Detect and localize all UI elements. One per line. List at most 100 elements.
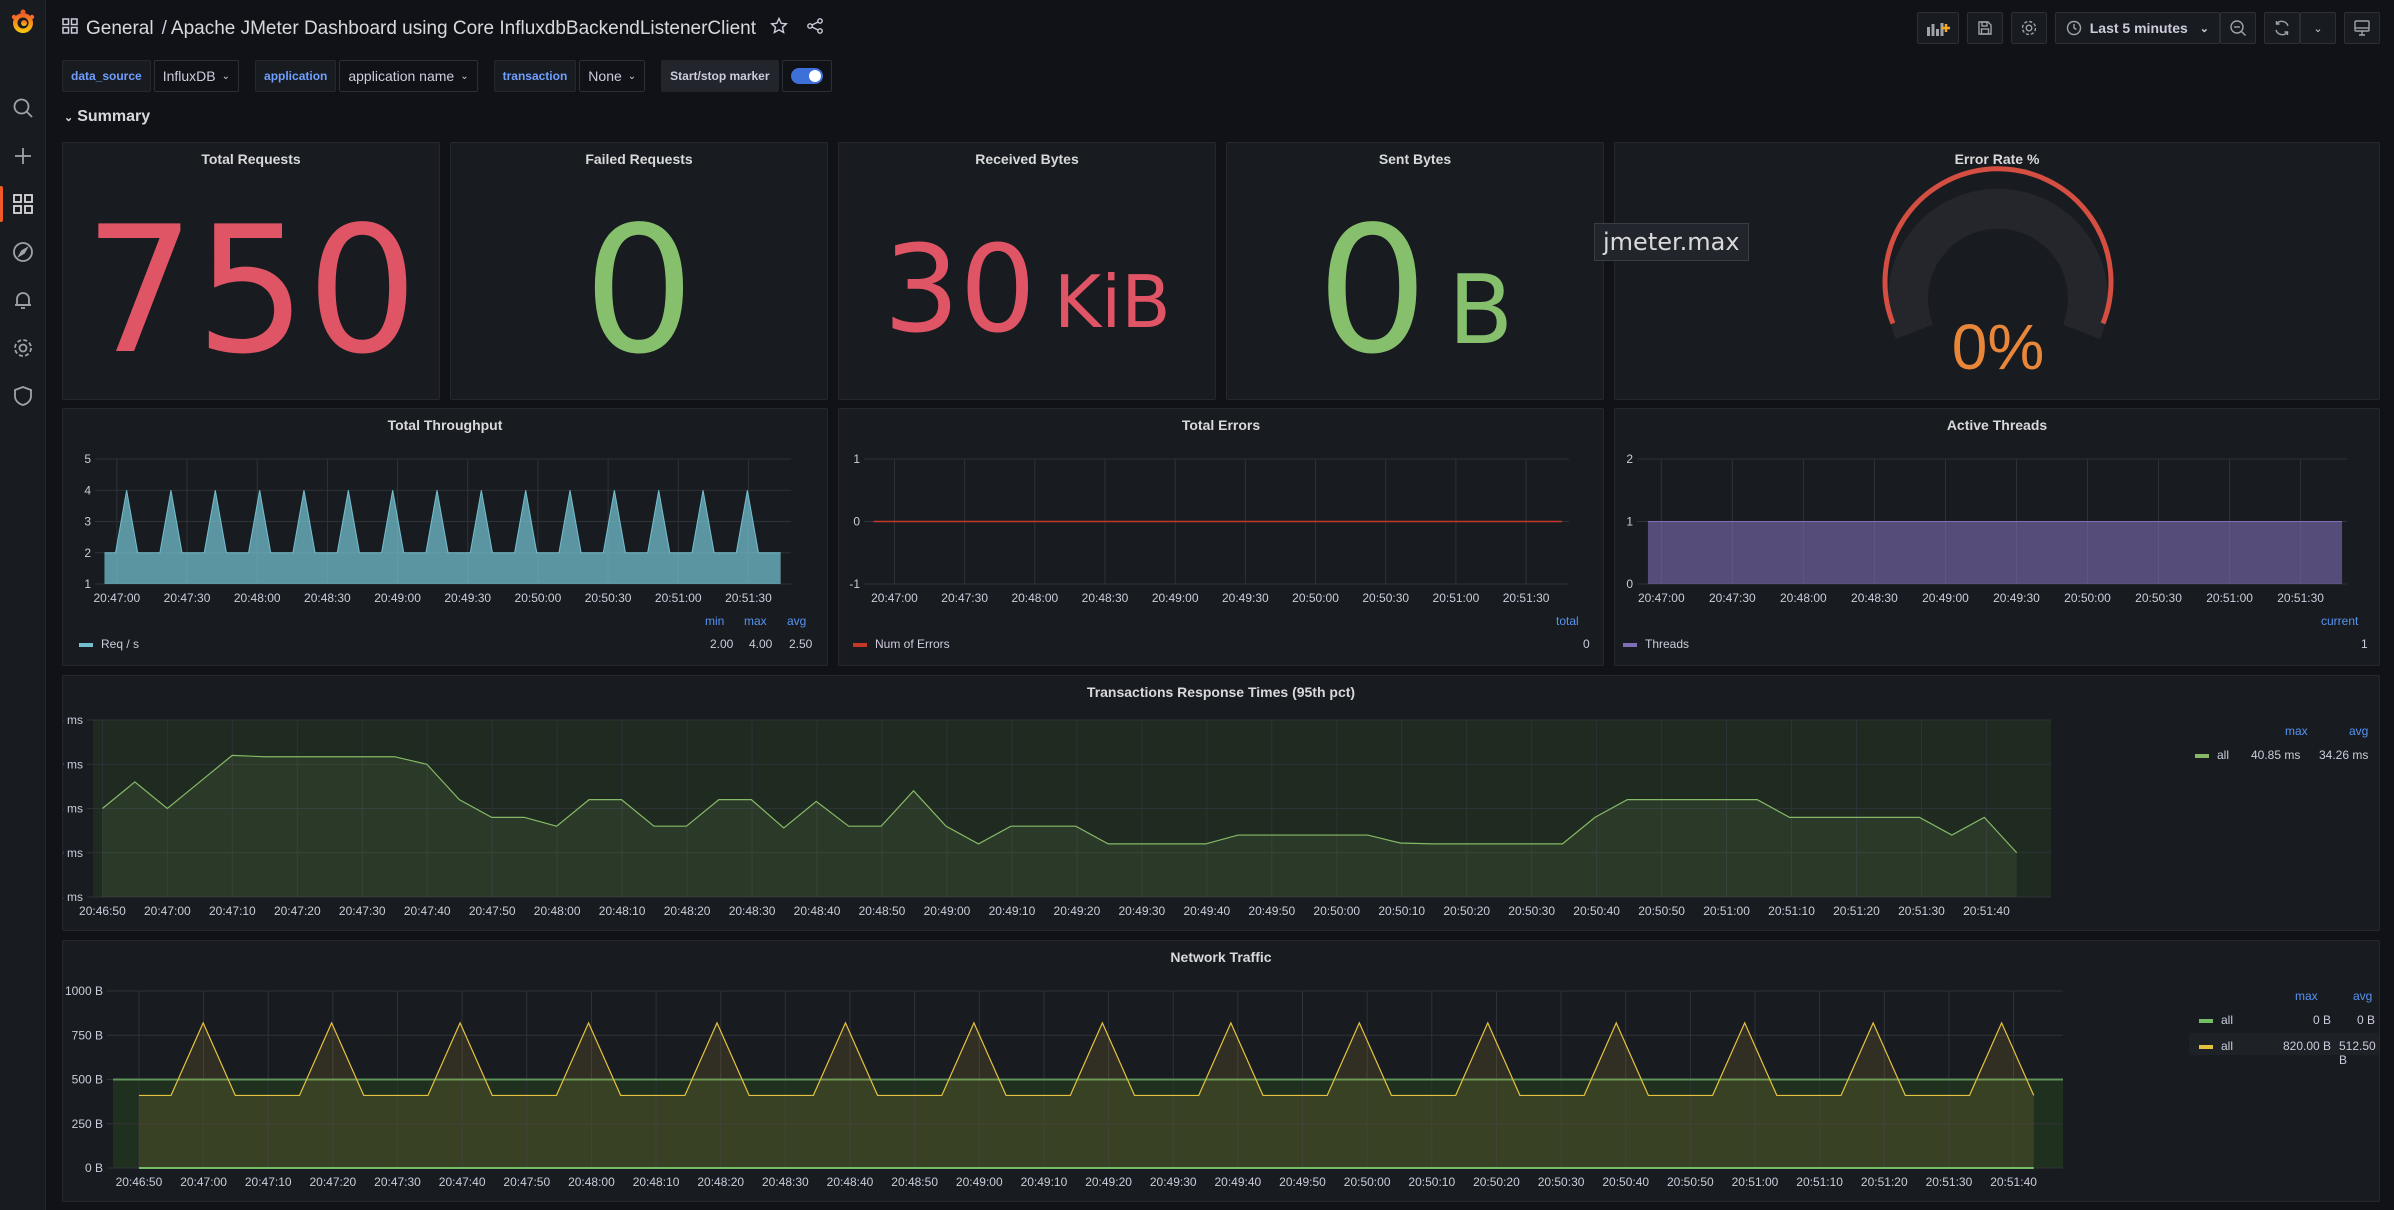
x-tick-label: 20:51:20: [1861, 1175, 1908, 1189]
plus-icon[interactable]: [11, 144, 35, 168]
share-icon[interactable]: [806, 17, 824, 41]
dashboards-icon[interactable]: [11, 192, 35, 216]
y-tick-label: 2: [1626, 452, 1633, 466]
legend-value-avg: 2.50: [789, 637, 813, 651]
add-panel-icon: [1926, 23, 1950, 36]
variable-select[interactable]: application name ⌄: [339, 60, 478, 92]
panel-error-rate[interactable]: Error Rate % 0%: [1614, 142, 2380, 400]
legend-series[interactable]: Req / s: [79, 637, 139, 651]
panel-network-traffic[interactable]: Network Traffic 0 B 250 B 500 B 750 B 1000 B…: [62, 940, 2380, 1202]
explore-compass-icon[interactable]: [11, 240, 35, 264]
chevron-down-icon: ⌄: [2313, 22, 2323, 35]
panel-title: Received Bytes: [975, 151, 1079, 167]
x-tick-label: 20:46:50: [79, 904, 126, 918]
y-tick-label: 250 B: [72, 1117, 103, 1131]
refresh-icon: [2275, 20, 2289, 36]
x-tick-label: 20:47:20: [274, 904, 321, 918]
x-tick-label: 20:48:30: [304, 591, 351, 605]
panel-active-threads[interactable]: Active Threads 0 1 2 20:47:00 20:47:30 20:48:…: [1614, 408, 2380, 666]
y-tick-label: 25 ms: [63, 890, 83, 904]
gauge: 0%: [1882, 166, 2114, 383]
panel-total-errors[interactable]: Total Errors -1 0 1 20:47:00 20:47:30 20:48:0…: [838, 408, 1604, 666]
save-icon: [1978, 21, 1992, 35]
row-summary[interactable]: ⌄ Summary: [64, 108, 150, 126]
time-picker-group: Last 5 minutes ⌄: [2054, 12, 2256, 44]
x-tick-label: 20:51:30: [1503, 591, 1550, 605]
add-panel-button[interactable]: [1916, 12, 1959, 44]
legend-series-name: Threads: [1645, 637, 1690, 651]
x-tick-label: 20:49:50: [1248, 904, 1295, 918]
x-tick-label: 20:51:40: [1990, 1175, 2037, 1189]
chevron-down-icon: ⌄: [221, 70, 231, 82]
x-tick-label: 20:50:00: [1292, 591, 1339, 605]
y-tick-label: 3: [84, 515, 91, 529]
save-dashboard-button[interactable]: [1966, 12, 2003, 44]
toggle-switch[interactable]: [790, 68, 823, 84]
breadcrumb-folder[interactable]: General: [86, 18, 154, 40]
x-tick-label: 20:48:40: [827, 1175, 874, 1189]
legend-series[interactable]: all: [2199, 1039, 2233, 1053]
shield-icon[interactable]: [11, 384, 35, 408]
legend-series[interactable]: all: [2199, 1013, 2233, 1027]
star-icon[interactable]: [769, 16, 789, 41]
x-tick-label: 20:48:30: [1851, 591, 1898, 605]
legend-series-name: Req / s: [101, 637, 140, 651]
x-tick-label: 20:49:30: [1993, 591, 2040, 605]
x-tick-label: 20:51:00: [1732, 1175, 1779, 1189]
dashboards-grid-icon[interactable]: [62, 18, 78, 40]
alerting-bell-icon[interactable]: [11, 288, 35, 312]
x-tick-label: 20:51:40: [1963, 904, 2010, 918]
legend-series[interactable]: Threads: [1623, 637, 1689, 651]
legend-header-max: max: [2285, 724, 2308, 738]
x-tick-label: 20:49:40: [1214, 1175, 1261, 1189]
x-tick-label: 20:49:30: [1119, 904, 1166, 918]
stat-value: 0B: [1227, 193, 1603, 389]
zoom-out-icon: [2230, 20, 2246, 36]
legend-series[interactable]: Num of Errors: [853, 637, 950, 651]
x-tick-label: 20:51:00: [1433, 591, 1480, 605]
breadcrumb-separator: /: [161, 18, 167, 39]
legend: current Threads 1: [1615, 614, 2379, 664]
x-tick-label: 20:50:00: [2064, 591, 2111, 605]
panel-response-times[interactable]: Transactions Response Times (95th pct) 2…: [62, 675, 2380, 931]
y-tick-label: 5: [84, 452, 91, 466]
panel-received-bytes[interactable]: Received Bytes 30 KiB: [838, 142, 1216, 400]
response-times-chart: 25 ms 30 ms 35 ms 40 ms 45 ms 20:46:50 20:47:0…: [63, 713, 2051, 918]
stat-number: 750: [83, 189, 419, 393]
panel-total-throughput[interactable]: Total Throughput 1 2 3 4 5 20:47:00 20:47:30 20…: [62, 408, 828, 666]
x-tick-label: 20:50:30: [1538, 1175, 1585, 1189]
legend-header-avg: avg: [2349, 724, 2369, 738]
variable-value: application name: [348, 68, 455, 84]
refresh-interval-dropdown[interactable]: ⌄: [2300, 12, 2336, 44]
stat-number: 30: [883, 221, 1037, 360]
x-tick-label: 20:51:00: [655, 591, 702, 605]
x-tick-label: 20:50:30: [1362, 591, 1409, 605]
time-range-picker[interactable]: Last 5 minutes ⌄: [2054, 12, 2220, 44]
search-icon[interactable]: [11, 96, 35, 120]
x-tick-label: 20:49:30: [444, 591, 491, 605]
y-tick-label: -1: [849, 577, 860, 591]
dashboard-title[interactable]: Apache JMeter Dashboard using Core Influ…: [171, 18, 756, 40]
legend-series[interactable]: all: [2195, 748, 2229, 762]
refresh-button[interactable]: [2264, 12, 2300, 44]
settings-gear-icon[interactable]: [11, 336, 35, 360]
panel-title: Failed Requests: [585, 151, 693, 167]
legend-swatch: [853, 642, 867, 647]
series-area-req-per-s: [104, 490, 781, 584]
y-tick-label: 750 B: [72, 1028, 103, 1042]
grafana-logo-icon[interactable]: [9, 8, 37, 36]
zoom-out-time-button[interactable]: [2220, 12, 2256, 44]
dashboard-settings-button[interactable]: [2010, 12, 2047, 44]
start-stop-marker-switch[interactable]: [781, 60, 832, 92]
panel-total-requests[interactable]: Total Requests 750: [62, 142, 440, 400]
panel-sent-bytes[interactable]: Sent Bytes 0B: [1226, 142, 1604, 400]
variable-select[interactable]: None ⌄: [579, 60, 646, 92]
chevron-down-icon: ⌄: [627, 70, 637, 82]
tv-mode-button[interactable]: [2344, 12, 2380, 44]
variable-select[interactable]: InfluxDB ⌄: [153, 60, 240, 92]
x-tick-label: 20:48:00: [568, 1175, 615, 1189]
y-tick-label: 1: [84, 577, 91, 591]
panel-failed-requests[interactable]: Failed Requests 0: [450, 142, 828, 400]
x-tick-label: 20:47:00: [144, 904, 191, 918]
legend-series-name: all: [2221, 1039, 2234, 1053]
